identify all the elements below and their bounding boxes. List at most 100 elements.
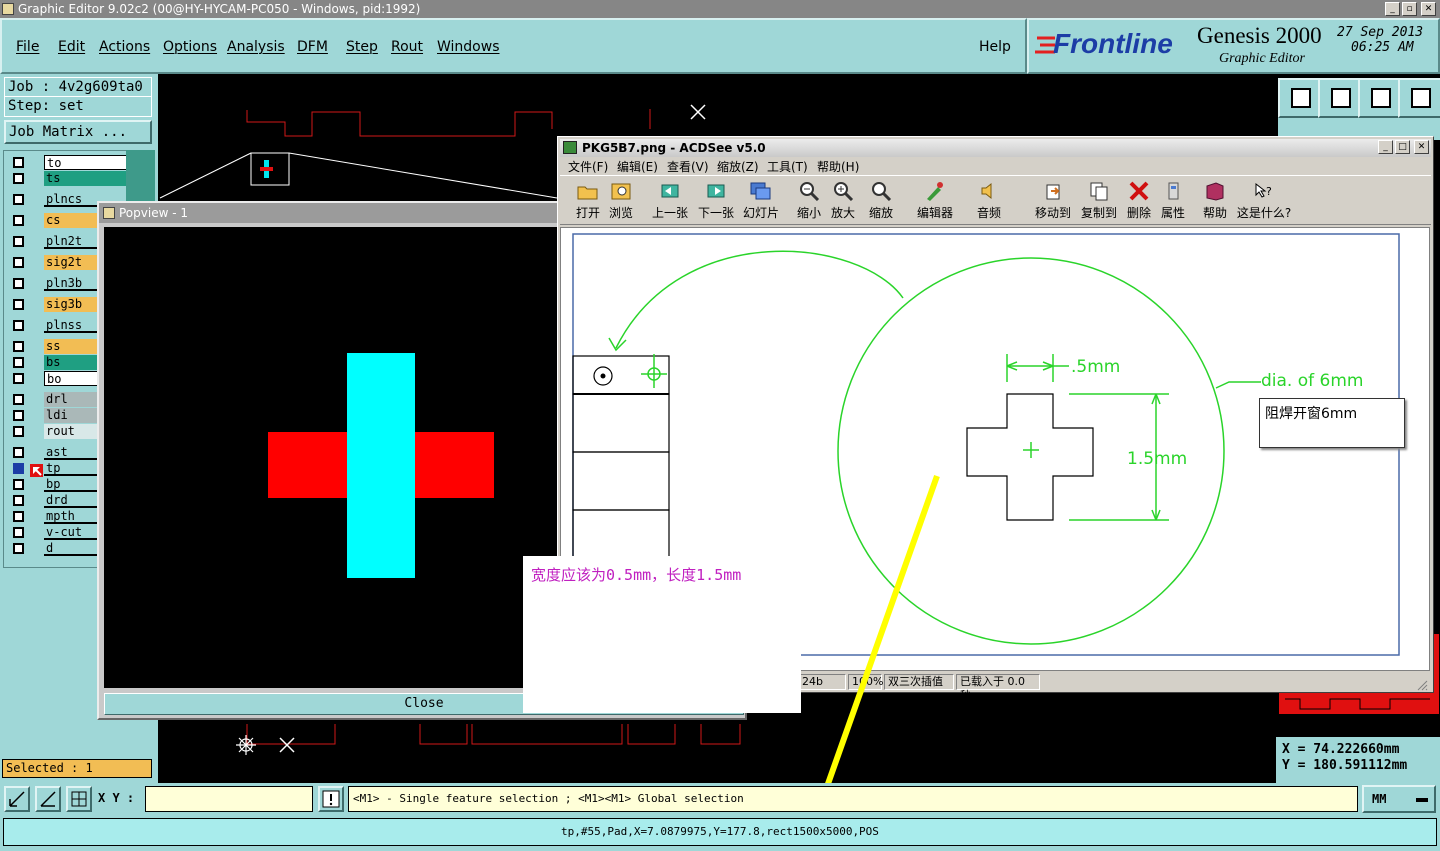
whats-this-icon: ?	[1253, 181, 1275, 201]
layer-checkbox[interactable]	[13, 373, 24, 384]
copy-to-icon	[1088, 181, 1110, 201]
measure-icon[interactable]	[35, 786, 61, 812]
toolbar-copy-to-button[interactable]: 复制到	[1079, 181, 1119, 221]
layer-row-ts[interactable]: ts	[10, 171, 128, 186]
menu-file[interactable]: File	[16, 39, 39, 55]
toolbar-label: 幻灯片	[742, 206, 779, 220]
delete-x-icon	[1128, 181, 1150, 201]
toolbar-label: 打开	[575, 206, 600, 220]
layer-checkbox[interactable]	[13, 278, 24, 289]
layer-checkbox[interactable]	[13, 410, 24, 421]
minimize-button[interactable]: _	[1385, 2, 1400, 16]
toolbar-delete-button[interactable]: 删除	[1124, 181, 1154, 221]
tool-open-icon[interactable]	[1278, 78, 1322, 118]
layer-checkbox[interactable]	[13, 299, 24, 310]
layer-checkbox[interactable]	[13, 257, 24, 268]
feature-info: tp,#55,Pad,X=7.0879975,Y=177.8,rect1500x…	[3, 818, 1437, 846]
menu-edit[interactable]: Edit	[58, 39, 85, 55]
grid-snap-icon[interactable]	[66, 786, 92, 812]
close-window-button[interactable]: ✕	[1421, 2, 1436, 16]
layer-checkbox[interactable]	[13, 426, 24, 437]
resize-grip-icon[interactable]	[1416, 676, 1428, 691]
menu-windows[interactable]: Windows	[437, 39, 500, 55]
tool-window-icon[interactable]	[1398, 78, 1440, 118]
acdsee-maximize-button[interactable]: □	[1395, 140, 1410, 154]
menu-step[interactable]: Step	[346, 39, 378, 55]
menu-analysis[interactable]: Analysis	[227, 39, 285, 55]
layer-checkbox[interactable]	[13, 463, 24, 474]
menu-help[interactable]: Help	[979, 39, 1011, 55]
acdsee-menu-tools[interactable]: 工具(T)	[767, 158, 808, 175]
toolbar-label: 移动到	[1034, 206, 1071, 220]
layer-checkbox[interactable]	[13, 527, 24, 538]
coord-x: X = 74.222660mm	[1282, 742, 1400, 757]
brand-panel: Frontline Genesis 2000 Graphic Editor 27…	[1027, 18, 1440, 74]
menu-actions[interactable]: Actions	[99, 39, 150, 55]
toolbar-whats-this-button[interactable]: ? 这是什么?	[1236, 181, 1292, 221]
date-display: 27 Sep 2013	[1337, 25, 1424, 40]
acdsee-minimize-button[interactable]: _	[1378, 140, 1393, 154]
acdsee-menu-view[interactable]: 查看(V)	[667, 158, 709, 175]
layer-checkbox[interactable]	[13, 157, 24, 168]
selected-count: Selected : 1	[2, 759, 152, 778]
toolbar-open-button[interactable]: 打开	[573, 181, 603, 221]
alert-icon[interactable]	[318, 786, 344, 812]
status-line: tp,#55,Pad,X=7.0879975,Y=177.8,rect1500x…	[0, 815, 1440, 851]
toolbar-move-to-button[interactable]: 移动到	[1033, 181, 1073, 221]
xy-input[interactable]	[145, 786, 313, 812]
layer-checkbox[interactable]	[13, 341, 24, 352]
toolbar-next-button[interactable]: 下一张	[696, 181, 736, 221]
move-to-icon	[1042, 181, 1064, 201]
layer-checkbox[interactable]	[13, 495, 24, 506]
layer-row-to[interactable]: to	[10, 155, 128, 170]
layer-checkbox[interactable]	[13, 320, 24, 331]
units-selector[interactable]: MM	[1362, 785, 1436, 813]
layer-checkbox[interactable]	[13, 543, 24, 554]
toolbar-help-button[interactable]: 帮助	[1200, 181, 1230, 221]
menu-options[interactable]: Options	[163, 39, 217, 55]
zoom-home-icon[interactable]	[4, 786, 30, 812]
menu-dfm[interactable]: DFM	[297, 39, 328, 55]
layer-checkbox[interactable]	[13, 511, 24, 522]
tool-home-icon[interactable]	[1358, 78, 1402, 118]
window-title-bar: Graphic Editor 9.02c2 (00@HY-HYCAM-PC050…	[0, 0, 1440, 18]
toolbar-zoom-in-button[interactable]: 放大	[828, 181, 858, 221]
layer-checkbox[interactable]	[13, 447, 24, 458]
toolbar-properties-button[interactable]: 属性	[1158, 181, 1188, 221]
toolbar-previous-button[interactable]: 上一张	[650, 181, 690, 221]
pad-cyan	[347, 353, 415, 578]
acdsee-menu-edit[interactable]: 编辑(E)	[617, 158, 658, 175]
speaker-icon	[978, 181, 1000, 201]
width-dimension-text: .5mm	[1071, 357, 1120, 377]
app-icon	[2, 3, 14, 15]
layer-checkbox[interactable]	[13, 236, 24, 247]
toolbar-browse-button[interactable]: 浏览	[606, 181, 636, 221]
toolbar-audio-button[interactable]: 音频	[974, 181, 1004, 221]
coordinate-readout: X = 74.222660mm Y = 180.591112mm	[1276, 737, 1440, 783]
toolbar-label: 放大	[830, 206, 855, 220]
dropdown-bar-icon	[1416, 798, 1428, 802]
toolbar-editor-button[interactable]: 编辑器	[913, 181, 957, 221]
toolbar-label: 缩放	[868, 206, 893, 220]
zoom-icon	[870, 181, 892, 202]
toolbar-zoom-button[interactable]: 缩放	[866, 181, 896, 221]
help-book-icon	[1204, 181, 1226, 201]
layer-checkbox[interactable]	[13, 215, 24, 226]
layer-checkbox[interactable]	[13, 173, 24, 184]
layer-checkbox[interactable]	[13, 194, 24, 205]
toolbar-slideshow-button[interactable]: 幻灯片	[741, 181, 781, 221]
menu-rout[interactable]: Rout	[391, 39, 423, 55]
restore-button[interactable]: ▫	[1402, 2, 1417, 16]
layer-name: to	[44, 155, 128, 170]
layer-checkbox[interactable]	[13, 394, 24, 405]
layer-checkbox[interactable]	[13, 357, 24, 368]
tool-save-icon[interactable]	[1318, 78, 1362, 118]
job-matrix-button[interactable]: Job Matrix ...	[4, 120, 152, 144]
acdsee-menu-zoom[interactable]: 缩放(Z)	[717, 158, 759, 175]
folder-open-icon	[577, 181, 599, 201]
acdsee-close-button[interactable]: ✕	[1414, 140, 1429, 154]
toolbar-zoom-out-button[interactable]: 缩小	[794, 181, 824, 221]
acdsee-menu-file[interactable]: 文件(F)	[568, 158, 608, 175]
layer-checkbox[interactable]	[13, 479, 24, 490]
acdsee-menu-help[interactable]: 帮助(H)	[817, 158, 859, 175]
